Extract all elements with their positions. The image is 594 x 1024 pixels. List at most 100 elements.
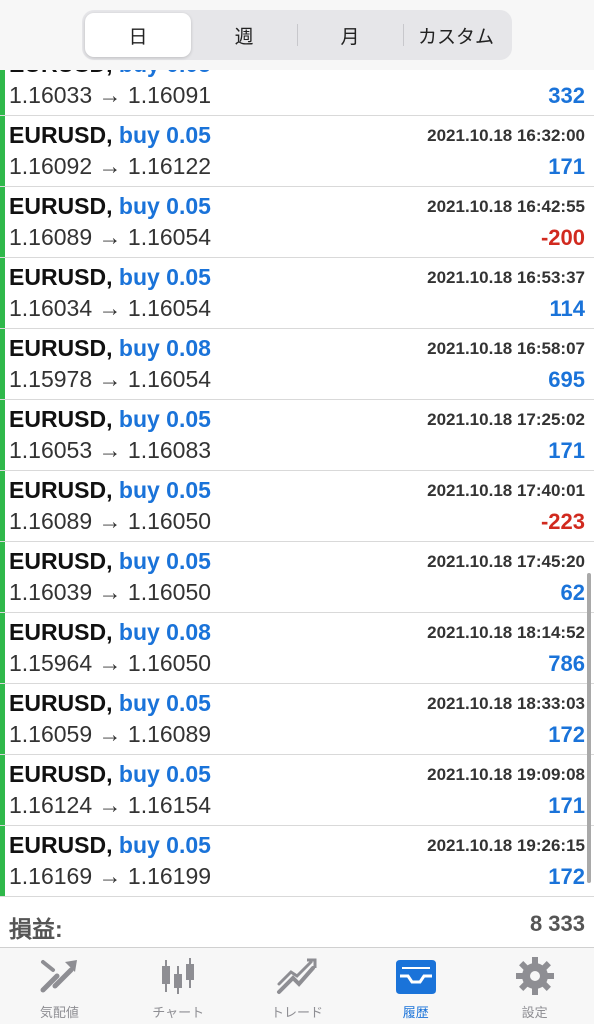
trade-prices: 1.16124 → 1.16154 [9,792,212,818]
trade-symbol: EURUSD, [9,548,113,574]
trade-side: buy 0.05 [118,690,211,716]
trade-side: buy 0.05 [118,477,211,503]
trade-side: buy 0.05 [118,193,211,219]
trade-side: buy 0.05 [118,122,211,148]
trade-time: 2021.10.18 18:14:52 [427,623,585,642]
trade-title: EURUSD, buy 0.05 [9,122,211,149]
tab-chart[interactable]: チャート [119,948,238,1024]
trade-prices: 1.15978 → 1.16054 [9,366,212,392]
trade-title: EURUSD, buy 0.05 [9,548,211,575]
trade-row[interactable]: EURUSD, buy 0.05 2021.10.18 17:45:20 1.160… [0,542,594,613]
trade-side: buy 0.05 [118,406,211,432]
trade-title: EURUSD, buy 0.05 [9,264,211,291]
trade-row[interactable]: EURUSD, buy 0.05 2021.10.18 19:09:08 1.161… [0,755,594,826]
trade-prices: 1.16039 → 1.16050 [9,579,212,605]
trade-row[interactable]: EURUSD, buy 0.05 2021.10.18 17:40:01 1.160… [0,471,594,542]
trade-side: buy 0.08 [118,335,211,361]
trade-title: EURUSD, buy 0.05 [9,193,211,220]
tab-trade[interactable]: トレード [238,948,357,1024]
trade-row[interactable]: EURUSD, buy 0.05 2021.10.18 16:53:37 1.160… [0,258,594,329]
tab-history[interactable]: 履歴 [356,948,475,1024]
trade-row[interactable]: EURUSD, buy 0.05 2021.10.18 17:25:02 1.160… [0,400,594,471]
trade-profit: 114 [549,296,586,321]
trade-row[interactable]: EURUSD, buy 0.05 2021.10.18 18:33:03 1.160… [0,684,594,755]
trade-status-stripe [0,400,5,470]
trade-profit: 62 [560,580,585,605]
trade-status-stripe [0,471,5,541]
trade-side: buy 0.05 [118,832,211,858]
trade-prices: 1.15964 → 1.16050 [9,650,212,676]
trade-status-stripe [0,542,5,612]
trade-time: 2021.10.18 16:53:37 [427,268,585,287]
chart-icon [162,958,195,994]
trade-prices: 1.16053 → 1.16083 [9,437,212,463]
trade-time: 2021.10.18 19:26:15 [427,836,585,855]
trade-title: EURUSD, buy 0.08 [9,619,211,646]
trade-side: buy 0.05 [118,761,211,787]
tab-quotes-label: 気配値 [39,1005,79,1020]
trade-symbol: EURUSD, [9,406,113,432]
period-tab-week[interactable]: 週 [191,13,297,57]
trade-profit: 172 [548,722,585,747]
trade-status-stripe [0,613,5,683]
trade-time: 2021.10.18 18:33:03 [427,694,585,713]
tab-trade-label: トレード [270,1005,323,1020]
tab-settings[interactable]: 設定 [475,948,594,1024]
trade-symbol: EURUSD, [9,690,113,716]
trade-side: buy 0.05 [118,264,211,290]
trade-side: buy 0.05 [118,548,211,574]
trade-time: 2021.10.18 16:42:55 [427,197,585,216]
trade-prices: 1.16092 → 1.16122 [9,153,212,179]
tab-quotes[interactable]: 気配値 [0,948,119,1024]
profit-summary: 損益: 8 333 [0,900,594,948]
tab-chart-label: チャート [152,1005,205,1020]
trade-symbol: EURUSD, [9,619,113,645]
trade-title: EURUSD, buy 0.05 [9,832,211,859]
trade-row[interactable]: EURUSD, buy 0.05 2021.10.18 16:32:00 1.160… [0,116,594,187]
trade-prices: 1.16033 → 1.16091 [9,82,212,108]
trade-symbol: EURUSD, [9,832,113,858]
trade-profit: 695 [548,367,585,392]
trade-time: 2021.10.18 17:25:02 [427,410,585,429]
trade-row[interactable]: EURUSD, buy 0.05 2021.10.18 16:42:55 1.160… [0,187,594,258]
trade-time: 2021.10.18 17:40:01 [427,481,585,500]
trade-status-stripe [0,258,5,328]
trade-symbol: EURUSD, [9,193,113,219]
trade-prices: 1.16034 → 1.16054 [9,295,212,321]
trade-symbol: EURUSD, [9,122,113,148]
trade-profit: 171 [548,154,585,179]
trade-status-stripe [0,826,5,896]
trade-title: EURUSD, buy 0.05 [9,477,211,504]
settings-icon [515,957,554,995]
trade-profit: 332 [548,83,585,108]
trade-profit: 171 [548,438,585,463]
trade-icon [276,958,317,994]
trade-status-stripe [0,329,5,399]
trade-prices: 1.16089 → 1.16054 [9,224,212,250]
trade-title: EURUSD, buy 0.05 [9,690,211,717]
period-tab-month[interactable]: 月 [297,13,403,57]
trade-history-list[interactable]: EURUSD, buy 0.052021.10.18 16:24:461.160… [0,0,594,900]
period-tab-day[interactable]: 日 [85,13,191,57]
tab-history-label: 履歴 [402,1005,429,1020]
trade-symbol: EURUSD, [9,335,113,361]
quotes-icon [40,960,78,993]
trade-time: 2021.10.18 19:09:08 [427,765,585,784]
trade-profit: 171 [548,793,585,818]
trade-status-stripe [0,755,5,825]
scrollbar[interactable] [587,573,591,883]
trade-prices: 1.16089 → 1.16050 [9,508,212,534]
period-tab-custom[interactable]: カスタム [403,13,509,57]
trade-symbol: EURUSD, [9,264,113,290]
trade-symbol: EURUSD, [9,761,113,787]
trade-row[interactable]: EURUSD, buy 0.05 2021.10.18 19:26:15 1.161… [0,826,594,897]
trade-row[interactable]: EURUSD, buy 0.08 2021.10.18 18:14:52 1.159… [0,613,594,684]
trade-title: EURUSD, buy 0.08 [9,335,211,362]
period-segmented-control: 日 週 月 カスタム [82,10,512,60]
trade-prices: 1.16059 → 1.16089 [9,721,212,747]
summary-value: 8 333 [529,911,585,936]
trade-title: EURUSD, buy 0.05 [9,761,211,788]
trade-status-stripe [0,684,5,754]
trade-row[interactable]: EURUSD, buy 0.08 2021.10.18 16:58:07 1.159… [0,329,594,400]
trade-status-stripe [0,116,5,186]
